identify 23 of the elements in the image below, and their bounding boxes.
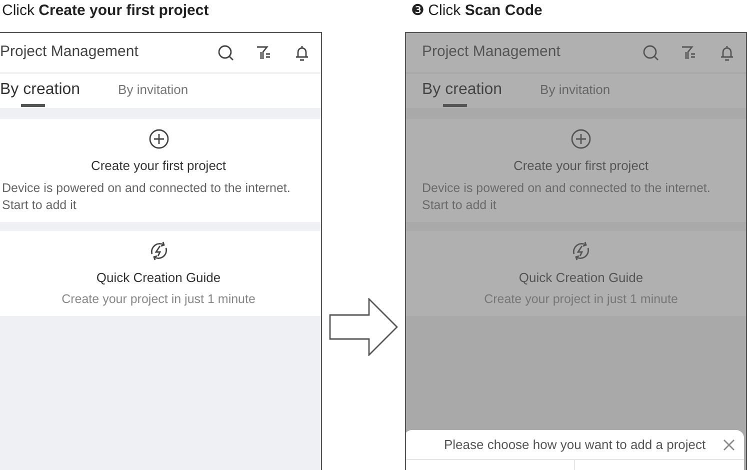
filter-icon[interactable]	[255, 44, 273, 62]
card-title: Create your first project	[90, 157, 226, 175]
close-icon[interactable]	[722, 438, 736, 452]
card-description: Create your project in just 1 minute	[60, 291, 256, 308]
card-title: Quick Creation Guide	[96, 268, 221, 286]
card-description: Device is powered on and connected to the internet. Start to add it	[2, 180, 292, 214]
step-heading: ❸ Click Scan Code	[410, 1, 544, 21]
tab[interactable]: By invitation	[118, 80, 188, 108]
card-description: Device is powered on and connected to the internet. Start to add it	[422, 180, 712, 214]
step-heading: Click Create your first project	[1, 1, 210, 21]
right-arrow-icon	[328, 298, 398, 356]
bell-icon[interactable]	[293, 44, 311, 62]
card-title: Quick Creation Guide	[518, 268, 644, 286]
tab[interactable]: By creation	[0, 80, 80, 108]
card-title: Create your first project	[513, 157, 649, 175]
tab[interactable]: By invitation	[540, 80, 610, 108]
screen-title: Project Management	[422, 42, 562, 62]
plus-circle-icon[interactable]	[148, 128, 170, 150]
screen-title: Project Management	[0, 42, 140, 62]
card-description: Create your project in just 1 minute	[483, 291, 679, 308]
search-icon[interactable]	[217, 44, 235, 62]
tab[interactable]: By creation	[422, 80, 502, 108]
sheet-title: Please choose how you want to add a project	[444, 436, 707, 454]
